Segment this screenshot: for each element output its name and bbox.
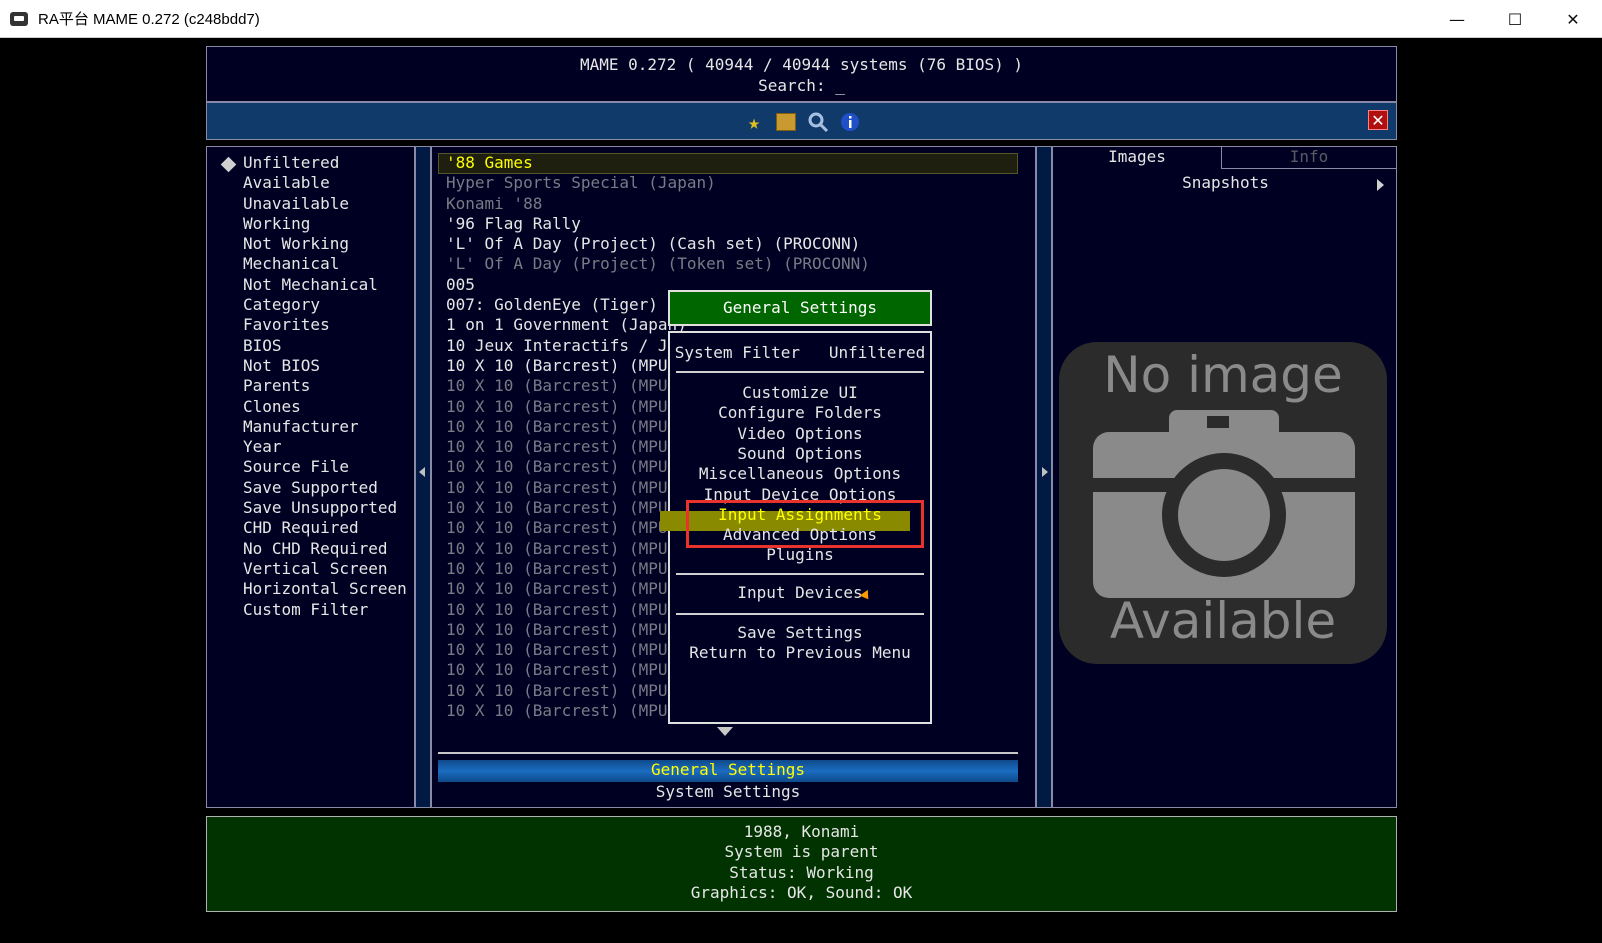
settings-item[interactable]: Configure Folders — [670, 403, 930, 423]
filter-item[interactable]: Mechanical — [243, 254, 407, 274]
filter-item[interactable]: Manufacturer — [243, 417, 407, 437]
search-icon[interactable] — [807, 111, 829, 133]
app-icon — [10, 11, 28, 26]
info-year-maker: 1988, Konami — [743, 822, 860, 841]
settings-item[interactable]: Miscellaneous Options — [670, 464, 930, 484]
settings-item[interactable]: Plugins — [670, 545, 930, 565]
system-filter-label: System Filter — [674, 343, 800, 362]
filter-item[interactable]: Year — [243, 437, 407, 457]
menu-separator — [676, 613, 924, 615]
filter-item[interactable]: Save Supported — [243, 478, 407, 498]
window-titlebar: RA平台 MAME 0.272 (c248bdd7) — ☐ ✕ — [0, 0, 1602, 38]
system-info-panel: 1988, Konami System is parent Status: Wo… — [206, 816, 1397, 912]
settings-item[interactable]: Video Options — [670, 424, 930, 444]
system-filter-value: Unfiltered — [828, 343, 926, 362]
right-divider[interactable] — [1036, 146, 1052, 808]
filter-item[interactable]: Working — [243, 214, 407, 234]
game-list-item[interactable]: Konami '88 — [446, 194, 870, 214]
tab-images[interactable]: Images — [1053, 147, 1221, 169]
list-separator — [438, 752, 1018, 754]
mame-screen: MAME 0.272 ( 40944 / 40944 systems (76 B… — [0, 38, 1602, 943]
filter-item[interactable]: Favorites — [243, 315, 407, 335]
filter-item[interactable]: Source File — [243, 457, 407, 477]
general-settings-item[interactable]: General Settings — [438, 760, 1018, 782]
filter-panel: Unfiltered Available Unavailable Working Not… — [206, 146, 415, 808]
game-list-item[interactable]: 'L' Of A Day (Project) (Token set) (PROC… — [446, 254, 870, 274]
search-field[interactable]: Search: _ — [207, 75, 1396, 96]
scroll-down-icon[interactable] — [717, 727, 733, 736]
return-item[interactable]: Return to Previous Menu — [670, 643, 930, 663]
game-list-item[interactable]: 'L' Of A Day (Project) (Cash set) (PROCO… — [446, 234, 870, 254]
filter-item[interactable]: Not Working — [243, 234, 407, 254]
filter-item[interactable]: BIOS — [243, 336, 407, 356]
filter-list: Unfiltered Available Unavailable Working Not… — [243, 153, 407, 620]
maximize-button[interactable]: ☐ — [1486, 0, 1544, 38]
close-icon[interactable]: ✕ — [1368, 110, 1388, 130]
version-info: MAME 0.272 ( 40944 / 40944 systems (76 B… — [579, 55, 1024, 74]
input-devices-item[interactable]: Input Devices — [670, 583, 930, 603]
save-icon[interactable] — [775, 111, 797, 133]
filter-item[interactable]: Not Mechanical — [243, 275, 407, 295]
game-list-item[interactable]: Hyper Sports Special (Japan) — [446, 173, 870, 193]
filter-item[interactable]: CHD Required — [243, 518, 407, 538]
menu-separator — [676, 371, 924, 373]
header-panel: MAME 0.272 ( 40944 / 40944 systems (76 B… — [206, 46, 1397, 102]
filter-item[interactable]: Vertical Screen — [243, 559, 407, 579]
filter-item[interactable]: Category — [243, 295, 407, 315]
chevron-right-icon[interactable] — [1377, 179, 1384, 191]
menu-separator — [676, 573, 924, 575]
left-divider[interactable] — [415, 146, 431, 808]
settings-item[interactable]: Sound Options — [670, 444, 930, 464]
filter-item[interactable]: Parents — [243, 376, 407, 396]
system-settings-item[interactable]: System Settings — [438, 782, 1018, 802]
settings-item[interactable]: Customize UI — [670, 383, 930, 403]
collapse-left-icon[interactable] — [419, 467, 425, 477]
game-list-item[interactable]: '88 Games — [446, 153, 870, 173]
filter-item[interactable]: Save Unsupported — [243, 498, 407, 518]
filter-item[interactable]: Custom Filter — [243, 600, 407, 620]
highlight-annotation-box — [686, 500, 924, 548]
toolbar: ★ ✕ — [206, 102, 1397, 140]
filter-item[interactable]: No CHD Required — [243, 539, 407, 559]
collapse-right-icon[interactable] — [1042, 467, 1048, 477]
save-settings-item[interactable]: Save Settings — [670, 623, 930, 643]
available-text: Available — [1109, 592, 1337, 650]
info-parent: System is parent — [724, 842, 879, 862]
star-icon[interactable]: ★ — [743, 110, 765, 134]
filter-item[interactable]: Unfiltered — [243, 153, 407, 173]
minimize-button[interactable]: — — [1428, 0, 1486, 38]
no-image-text: No image — [1103, 346, 1343, 404]
popup-title: General Settings — [668, 290, 932, 326]
system-filter-row[interactable]: System Filter Unfiltered — [670, 343, 930, 363]
filter-item[interactable]: Not BIOS — [243, 356, 407, 376]
tab-info[interactable]: Info — [1221, 147, 1396, 169]
image-panel: Images Info Snapshots No image Available — [1052, 146, 1397, 808]
filter-item[interactable]: Available — [243, 173, 407, 193]
window-title: RA平台 MAME 0.272 (c248bdd7) — [38, 11, 260, 28]
filter-item[interactable]: Clones — [243, 397, 407, 417]
filter-item[interactable]: Horizontal Screen — [243, 579, 407, 599]
info-icon[interactable] — [839, 111, 861, 133]
game-list-item[interactable]: '96 Flag Rally — [446, 214, 870, 234]
snapshots-selector[interactable]: Snapshots — [1053, 173, 1398, 193]
selected-filter-icon — [220, 156, 237, 173]
info-graphics-sound: Graphics: OK, Sound: OK — [690, 882, 913, 902]
close-window-button[interactable]: ✕ — [1544, 0, 1602, 38]
no-image-placeholder: No image Available — [1059, 342, 1387, 664]
info-status: Status: Working — [729, 862, 874, 882]
filter-item[interactable]: Unavailable — [243, 194, 407, 214]
